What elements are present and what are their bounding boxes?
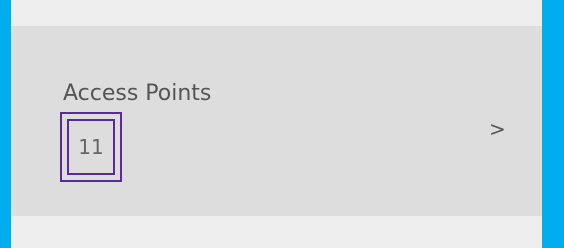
card-title: Access Points <box>63 81 212 106</box>
right-accent-bar <box>542 0 564 248</box>
left-accent-bar <box>0 0 11 248</box>
access-points-card[interactable]: Access Points 11 > <box>11 26 542 216</box>
access-points-count: 11 <box>78 135 104 159</box>
chevron-right-icon[interactable]: > <box>489 117 506 141</box>
